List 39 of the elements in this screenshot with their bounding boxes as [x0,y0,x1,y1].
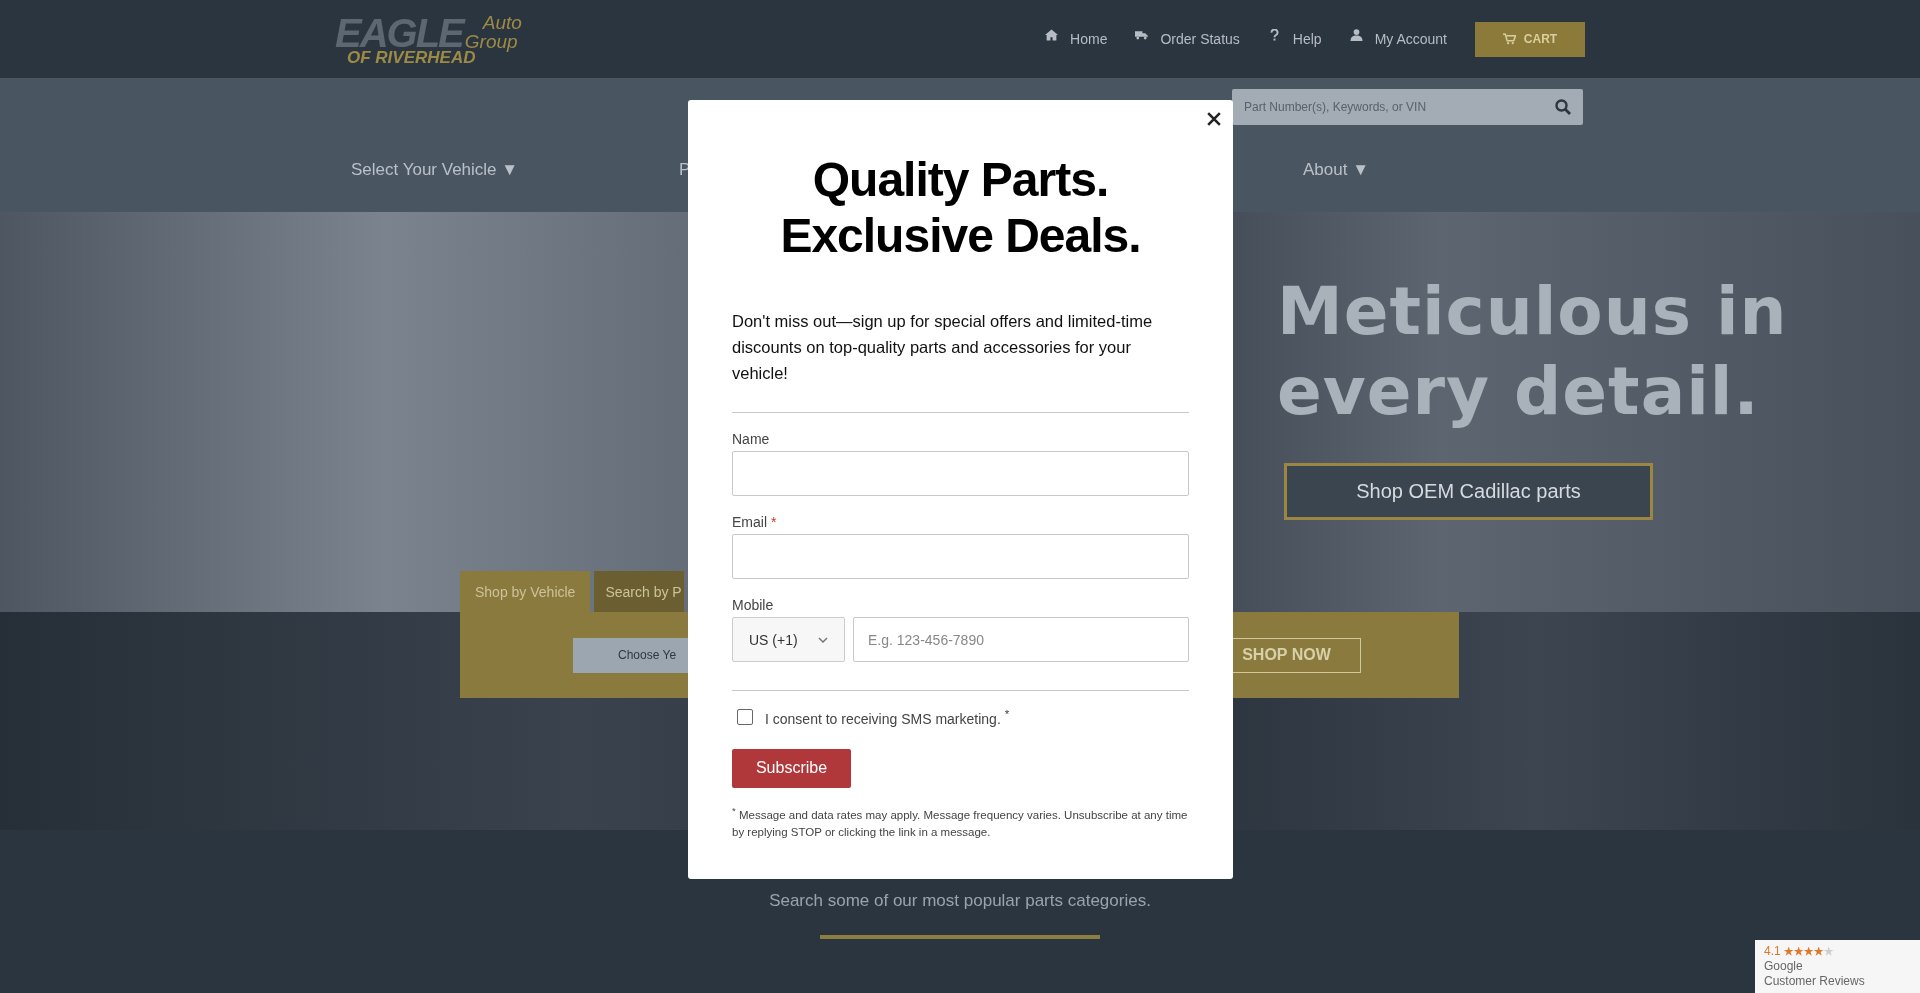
dialog-title: Quality Parts. [812,152,1109,208]
country-select[interactable]: US (+1) [732,617,845,662]
truck-icon [1135,29,1149,41]
field-label: Name [732,431,770,447]
dialog-title: Exclusive Deals. [780,208,1141,264]
nav-link[interactable]: Home [1045,31,1108,47]
search-icon[interactable] [1555,99,1571,115]
input-field[interactable] [732,451,1189,496]
nav-link[interactable]: Help [1267,31,1322,47]
choose-year-button[interactable]: Choose Ye [573,637,688,673]
subscribe-button[interactable]: Subscribe [732,748,851,788]
badge-label: Customer Reviews [1764,974,1866,989]
disclaimer-text: $^{*}$ Message and data rates may apply. Message frequency varies. Unsubscribe at any time by replying STOP or clicking the link in a message. [732,803,1189,841]
close-icon[interactable] [1207,112,1221,126]
home-icon [1045,29,1059,41]
search-field[interactable]: Part Number(s), Keywords, or VIN [1232,89,1583,125]
checkbox[interactable] [737,708,753,725]
input-field[interactable]: E.g. 123-456-7890 [853,617,1189,662]
person-icon [1349,29,1363,41]
section-subtitle: Search some of our most popular parts categories. [769,891,1151,911]
hero-headline: Meticulous in every detail. [1277,272,1789,432]
input-field[interactable] [732,534,1189,579]
required-mark: * [771,514,777,530]
field-label: Mobile [732,597,774,613]
shop-oem-button[interactable]: Shop OEM Cadillac parts [1284,463,1653,520]
consent-label: I consent to receiving SMS marketing. $^{*}$ [765,707,1010,727]
chevron-icon [818,636,828,643]
badge-label: Google [1764,959,1804,974]
menu-item[interactable]: Select Your Vehicle ▼ [351,160,519,180]
menu-item[interactable]: About ▼ [1303,160,1369,180]
rating-value: 4.1 [1764,944,1781,959]
field-label: Email [732,514,767,530]
intro-text: Don't miss out—sign up for special offers and limited-time discounts on top-quality parts and accessories for your vehicle! [732,311,1154,384]
reviews-badge[interactable]: 4.1 Google Customer Reviews [1755,940,1920,993]
nav-link[interactable]: Order Status [1135,31,1240,47]
search-tab[interactable]: Search by P [594,571,685,612]
cart-icon [1502,33,1516,45]
cart-button[interactable]: CART [1475,21,1585,57]
nav-link[interactable]: My Account [1349,31,1447,47]
